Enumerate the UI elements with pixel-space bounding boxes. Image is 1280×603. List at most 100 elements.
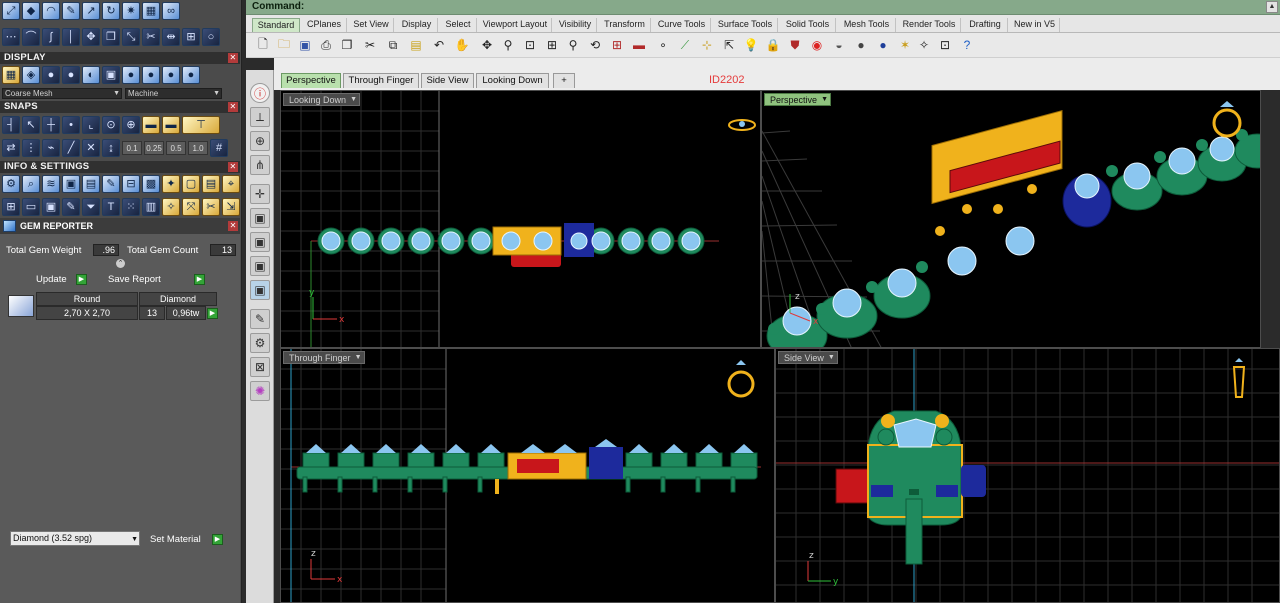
- star-icon[interactable]: ✶: [896, 36, 914, 54]
- cogs-icon[interactable]: ⚙: [250, 333, 270, 353]
- sparkle-icon[interactable]: ✧: [915, 36, 933, 54]
- viewport-title[interactable]: Through Finger ▼: [283, 351, 365, 364]
- collapse-icon[interactable]: ⌃: [116, 259, 125, 268]
- snap-value-3[interactable]: 0.5: [166, 141, 186, 155]
- cut-icon[interactable]: ✂: [142, 28, 160, 46]
- gumball-icon[interactable]: ✕: [82, 139, 100, 157]
- snap-quad-icon[interactable]: ▬: [162, 116, 180, 134]
- render-ball-icon[interactable]: ●: [852, 36, 870, 54]
- color-wheel-icon[interactable]: ◉: [808, 36, 826, 54]
- layer-icon[interactable]: ⛊: [786, 36, 804, 54]
- box-icon[interactable]: ▣: [42, 198, 60, 216]
- snap-end-icon[interactable]: ┤: [2, 116, 20, 134]
- purple-cube-icon[interactable]: ▩: [142, 175, 160, 193]
- tab-curve-tools[interactable]: Curve Tools: [653, 18, 711, 32]
- align-icon[interactable]: ⊞: [182, 28, 200, 46]
- link-icon[interactable]: ∞: [162, 2, 180, 20]
- rotate-icon[interactable]: ↻: [102, 2, 120, 20]
- tab-standard[interactable]: Standard: [252, 18, 300, 32]
- viewport-side-view[interactable]: Side View ▼ zy: [775, 348, 1280, 603]
- material-select[interactable]: Machine ▼: [125, 88, 222, 99]
- snap-point-icon[interactable]: ┼: [42, 116, 60, 134]
- scroll-icon[interactable]: ▲: [1266, 1, 1278, 13]
- document-icon[interactable]: ▤: [82, 175, 100, 193]
- metal-ball-2-icon[interactable]: ●: [142, 66, 160, 84]
- tab-render-tools[interactable]: Render Tools: [898, 18, 961, 32]
- ruler-icon[interactable]: ⊟: [122, 175, 140, 193]
- grid-snap-icon[interactable]: ╱: [62, 139, 80, 157]
- snap-cen-icon[interactable]: ⌞: [82, 116, 100, 134]
- magic-icon[interactable]: ✧: [162, 198, 180, 216]
- tab-visibility[interactable]: Visibility: [554, 18, 597, 32]
- wireframe-icon[interactable]: ▦: [2, 66, 20, 84]
- layers-icon[interactable]: ≋: [42, 175, 60, 193]
- tab-mesh-tools[interactable]: Mesh Tools: [838, 18, 896, 32]
- material-dropdown[interactable]: Diamond (3.52 spg) ▼: [10, 531, 140, 546]
- tab-drafting[interactable]: Drafting: [963, 18, 1008, 32]
- tab-select[interactable]: Select: [440, 18, 477, 32]
- zoom-window-icon[interactable]: ⊡: [521, 36, 539, 54]
- open-folder-icon[interactable]: 🗀: [275, 36, 293, 54]
- tab-side-view[interactable]: Side View: [421, 73, 474, 88]
- row-go-icon[interactable]: ▶: [207, 308, 218, 319]
- copy-icon[interactable]: ❐: [102, 28, 120, 46]
- osnap-icon[interactable]: ⇄: [2, 139, 20, 157]
- axis-icon[interactable]: ⟂: [250, 107, 270, 127]
- update-button[interactable]: Update: [36, 273, 67, 286]
- grid-icon[interactable]: ▦: [142, 2, 160, 20]
- metal-ball-1-icon[interactable]: ●: [122, 66, 140, 84]
- viewport-through-finger[interactable]: Through Finger ▼ z x: [280, 348, 775, 603]
- stack-icon[interactable]: ▤: [202, 175, 220, 193]
- pan-hand-icon[interactable]: ✋: [453, 36, 471, 54]
- tab-transform[interactable]: Transform: [599, 18, 651, 32]
- box-side-icon[interactable]: ▣: [250, 256, 270, 276]
- record-icon[interactable]: ↨: [102, 139, 120, 157]
- import-icon[interactable]: ❐: [338, 36, 356, 54]
- new-file-icon[interactable]: 🗋: [254, 36, 272, 54]
- zoom-selected-icon[interactable]: ⚲: [564, 36, 582, 54]
- lock-icon[interactable]: 🔒: [764, 36, 782, 54]
- curve-icon[interactable]: ∫: [42, 28, 60, 46]
- select-icon[interactable]: ⇱: [720, 36, 738, 54]
- tab-viewport-layout[interactable]: Viewport Layout: [479, 18, 552, 32]
- viewport-title[interactable]: Perspective ▼: [764, 93, 832, 106]
- pin-icon[interactable]: ⌖: [222, 175, 240, 193]
- metal-ball-4-icon[interactable]: ●: [182, 66, 200, 84]
- set-material-go-icon[interactable]: ▶: [212, 534, 223, 545]
- undo-icon[interactable]: ↶: [430, 36, 448, 54]
- zoom-extents-icon[interactable]: ⊞: [543, 36, 561, 54]
- tab-set-view[interactable]: Set View: [349, 18, 394, 32]
- shade-ball-icon[interactable]: ◒: [830, 36, 848, 54]
- trim-icon[interactable]: ✂: [202, 198, 220, 216]
- node-icon[interactable]: ⋯: [2, 28, 20, 46]
- mesh-select[interactable]: Coarse Mesh ▼: [2, 88, 122, 99]
- car-icon[interactable]: ▬: [630, 36, 648, 54]
- snap-mid-icon[interactable]: •: [62, 116, 80, 134]
- close-icon[interactable]: ✕: [228, 162, 238, 172]
- save-icon[interactable]: ▣: [296, 36, 314, 54]
- tab-through-finger[interactable]: Through Finger: [343, 73, 419, 88]
- tab-perspective[interactable]: Perspective: [281, 73, 341, 88]
- grid-toggle-icon[interactable]: #: [210, 139, 228, 157]
- export-icon[interactable]: ⇲: [222, 198, 240, 216]
- text-icon[interactable]: T: [102, 198, 120, 216]
- paste-icon[interactable]: ▤: [407, 36, 425, 54]
- pan-arrows-icon[interactable]: ✥: [478, 36, 496, 54]
- frame-tool-icon[interactable]: ⊠: [250, 357, 270, 377]
- set-material-button[interactable]: Set Material: [150, 533, 201, 546]
- snap-value-2[interactable]: 0.25: [144, 141, 164, 155]
- render-icon[interactable]: ◐: [82, 66, 100, 84]
- sphere-blue-icon[interactable]: ●: [42, 66, 60, 84]
- help-icon[interactable]: ?: [958, 36, 976, 54]
- metal-ball-3-icon[interactable]: ●: [162, 66, 180, 84]
- dots-icon[interactable]: ⁙: [122, 198, 140, 216]
- book-icon[interactable]: ▥: [142, 198, 160, 216]
- print-icon[interactable]: ⎙: [317, 36, 335, 54]
- pen-icon[interactable]: ✎: [62, 2, 80, 20]
- tab-looking-down[interactable]: Looking Down: [476, 73, 549, 88]
- windows-icon[interactable]: ⊞: [2, 198, 20, 216]
- tab-new-in-v5[interactable]: New in V5: [1010, 18, 1060, 32]
- move-arrows-icon[interactable]: ✥: [82, 28, 100, 46]
- filter-icon[interactable]: ⏷: [82, 198, 100, 216]
- circle-icon[interactable]: ○: [202, 28, 220, 46]
